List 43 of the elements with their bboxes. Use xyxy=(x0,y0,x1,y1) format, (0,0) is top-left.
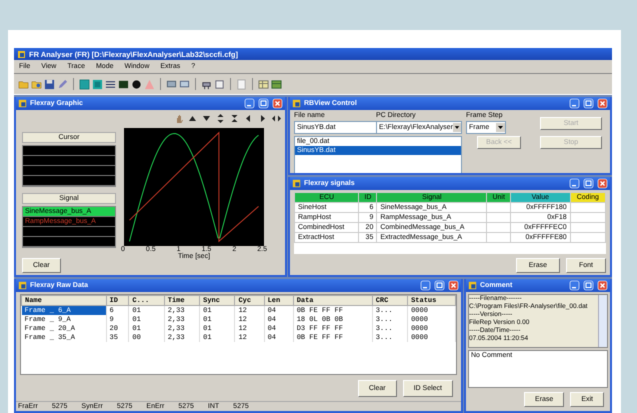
cursor-list[interactable] xyxy=(22,145,116,187)
scroll-bar xyxy=(598,295,607,347)
maximize-button[interactable] xyxy=(434,280,445,291)
expand-vertical-icon[interactable] xyxy=(216,114,225,122)
folder-icon[interactable] xyxy=(18,78,29,90)
close-button[interactable] xyxy=(272,98,283,109)
maximize-button[interactable] xyxy=(583,98,594,109)
close-button[interactable] xyxy=(597,280,608,291)
window-icon xyxy=(292,179,301,188)
window-icon xyxy=(468,281,477,290)
table-icon[interactable] xyxy=(271,78,282,90)
app-icon xyxy=(17,50,26,58)
block-icon[interactable] xyxy=(118,78,129,90)
minimize-button[interactable] xyxy=(569,178,580,189)
left-triangle-icon[interactable] xyxy=(244,114,253,122)
maximize-button[interactable] xyxy=(583,280,594,291)
window-icon xyxy=(18,99,27,108)
table-icon[interactable] xyxy=(258,78,269,90)
caret-icon xyxy=(452,123,461,132)
down-triangle-icon[interactable] xyxy=(202,114,211,122)
close-button[interactable] xyxy=(448,280,459,291)
monitor-icon[interactable] xyxy=(166,78,177,90)
folder-icon[interactable] xyxy=(31,78,42,90)
panel-icon[interactable] xyxy=(79,78,90,90)
maximize-button[interactable] xyxy=(583,178,594,189)
minimize-button[interactable] xyxy=(244,98,255,109)
right-triangle-icon[interactable] xyxy=(258,114,267,122)
maximize-button[interactable] xyxy=(258,98,269,109)
minimize-button[interactable] xyxy=(420,280,431,291)
monitor-icon[interactable] xyxy=(179,78,190,90)
caret-icon xyxy=(496,123,505,132)
collapse-vertical-icon[interactable] xyxy=(230,114,239,122)
window-icon xyxy=(18,281,27,290)
lines-icon[interactable] xyxy=(105,78,116,90)
expand-horizontal-icon[interactable] xyxy=(272,114,281,122)
minimize-button[interactable] xyxy=(569,98,580,109)
minimize-button[interactable] xyxy=(569,280,580,291)
close-button[interactable] xyxy=(597,178,608,189)
up-triangle-icon[interactable] xyxy=(188,114,197,122)
window-icon[interactable] xyxy=(214,78,225,90)
close-button[interactable] xyxy=(597,98,608,109)
window-icon xyxy=(292,99,301,108)
dot-icon[interactable] xyxy=(131,78,142,90)
